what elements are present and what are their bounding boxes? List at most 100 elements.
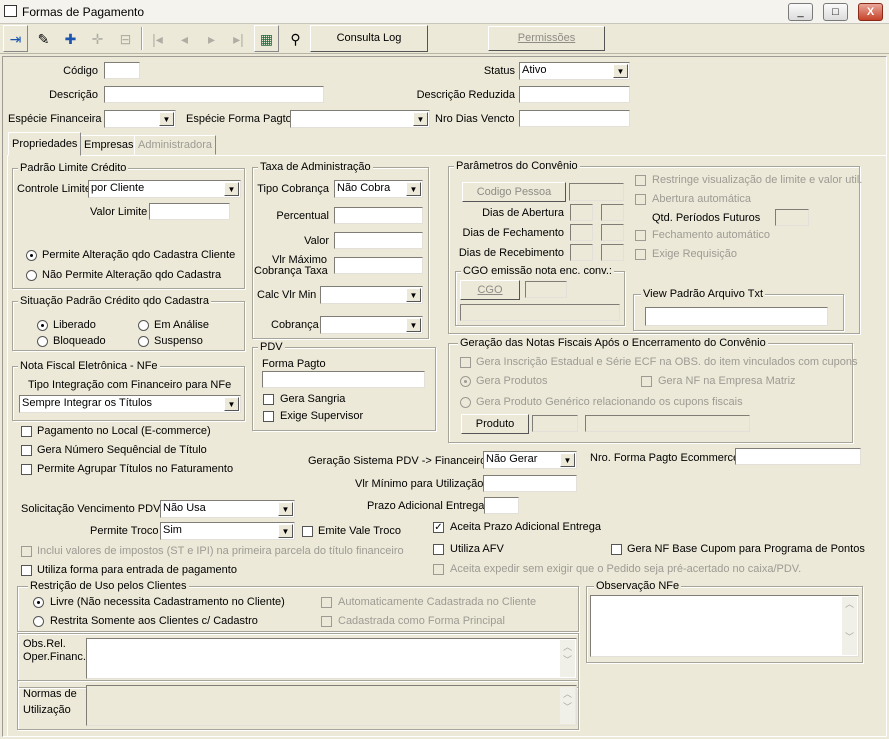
pagamento-local-checkbox[interactable] [21,426,32,437]
close-button[interactable]: X [858,3,883,21]
utiliza-afv-label: Utiliza AFV [450,543,504,555]
permite-troco-value: Sim [163,524,182,536]
valor-input[interactable] [334,232,423,249]
inclui-valores-label: Inclui valores de impostos (ST e IPI) na… [37,545,404,557]
exige-supervisor-label: Exige Supervisor [280,410,364,422]
codigo-pessoa-button: Codigo Pessoa [462,182,566,202]
gera-nf-base-checkbox[interactable] [611,544,622,555]
chevron-down-icon[interactable]: ▼ [406,182,421,196]
permite-alteracao-radio[interactable] [26,250,37,261]
produto-button[interactable]: Produto [461,414,529,434]
taxa-title: Taxa de Administração [258,161,373,173]
chevron-down-icon[interactable]: ▼ [224,182,239,196]
gera-produtos-radio [460,376,471,387]
gera-sangria-label: Gera Sangria [280,393,346,405]
status-select[interactable]: Ativo ▼ [519,62,630,80]
minimize-button[interactable]: _ [788,3,813,21]
chevron-down-icon[interactable]: ▼ [413,112,428,126]
pagamento-local-label: Pagamento no Local (E-commerce) [37,425,211,437]
chevron-down-icon[interactable]: ▼ [224,397,239,411]
scrollbar[interactable]: ︿ ﹀ [560,640,575,677]
chevron-down-icon[interactable]: ▼ [278,524,293,538]
bloqueado-label: Bloqueado [53,335,106,347]
bloqueado-radio[interactable] [37,336,48,347]
view-padrao-input[interactable] [645,307,828,326]
nro-forma-pagto-input[interactable] [735,448,861,465]
controle-limite-label: Controle Limite [17,183,91,195]
maximize-button[interactable]: □ [823,3,848,21]
codigo-pessoa-input [569,183,624,201]
gera-sangria-checkbox[interactable] [263,394,274,405]
chevron-down-icon[interactable]: ▼ [613,64,628,78]
geracao-sistema-select[interactable]: Não Gerar ▼ [483,451,577,469]
padrao-limite-title: Padrão Limite Crédito [18,162,129,174]
utiliza-afv-checkbox[interactable] [433,544,444,555]
chevron-down-icon[interactable]: ▼ [560,453,575,467]
chevron-down-icon[interactable]: ▼ [406,318,421,332]
solicitacao-vencimento-select[interactable]: Não Usa ▼ [160,500,295,518]
obs-rel-textarea[interactable]: ︿ ﹀ [86,638,577,679]
obs-nfe-textarea[interactable]: ︿ ﹀ [590,595,859,657]
codigo-input[interactable] [104,62,140,79]
tab-propriedades[interactable]: Propriedades [8,132,82,156]
nao-permite-alteracao-radio[interactable] [26,270,37,281]
em-analise-radio[interactable] [138,320,149,331]
controle-limite-select[interactable]: por Cliente ▼ [88,180,241,198]
permite-troco-label: Permite Troco [90,525,159,537]
livre-radio[interactable] [33,597,44,608]
remove-list-icon: ⊟ [119,31,132,47]
convenio-title: Parâmetros do Convênio [454,160,580,172]
especie-financeira-select[interactable]: ▼ [104,110,176,128]
eraser-icon[interactable]: ✎ [31,25,56,52]
tipo-cobranca-select[interactable]: Não Cobra ▼ [334,180,423,198]
valor-limite-input[interactable] [149,203,230,220]
suspenso-radio[interactable] [138,336,149,347]
normas-label-line2: Utilização [23,704,71,716]
restrita-radio[interactable] [33,616,44,627]
view-padrao-title: View Padrão Arquivo Txt [641,288,766,300]
restricao-title: Restrição de Uso pelos Clientes [28,580,189,592]
especie-forma-pagto-select[interactable]: ▼ [290,110,430,128]
calc-vlr-min-select[interactable]: ▼ [320,286,423,304]
utiliza-forma-label: Utiliza forma para entrada de pagamento [37,564,237,576]
exit-icon[interactable]: ⇥ [3,25,28,52]
binoculars-icon[interactable]: ⚲ [283,25,308,52]
tab-empresas[interactable]: Empresas [80,135,138,155]
qtd-periodos-label: Qtd. Períodos Futuros [652,212,761,224]
chevron-down-icon[interactable]: ▼ [406,288,421,302]
cobranca-select[interactable]: ▼ [320,316,423,334]
nro-dias-vencto-input[interactable] [519,110,630,127]
descricao-reduzida-input[interactable] [519,86,630,103]
aceita-prazo-checkbox[interactable]: ✓ [433,522,444,533]
chevron-down-icon[interactable]: ▼ [278,502,293,516]
permite-agrupar-checkbox[interactable] [21,464,32,475]
percentual-input[interactable] [334,207,423,224]
descricao-reduzida-label: Descrição Reduzida [416,89,515,101]
utiliza-forma-checkbox[interactable] [21,565,32,576]
vlr-maximo-input[interactable] [334,257,423,274]
gera-numero-checkbox[interactable] [21,445,32,456]
tipo-integracao-select[interactable]: Sempre Integrar os Títulos ▼ [19,395,241,413]
normas-textarea: ︿ ﹀ [86,685,577,726]
nro-forma-pagto-label: Nro. Forma Pagto Ecommerce [590,452,740,464]
suspenso-label: Suspenso [154,335,203,347]
emite-vale-troco-checkbox[interactable] [302,526,313,537]
vlr-minimo-input[interactable] [483,475,577,492]
valor-label: Valor [304,235,329,247]
exige-supervisor-checkbox[interactable] [263,411,274,422]
permite-troco-select[interactable]: Sim ▼ [160,522,295,540]
add-record-icon[interactable]: ✚ [58,25,83,52]
prazo-adicional-input[interactable] [484,497,519,514]
chevron-down-icon[interactable]: ▼ [159,112,174,126]
descricao-input[interactable] [104,86,324,103]
consulta-log-button[interactable]: Consulta Log [310,25,428,52]
auto-cadastrada-label: Automaticamente Cadastrada no Cliente [338,596,537,608]
scrollbar[interactable]: ︿ ﹀ [842,597,857,655]
grid-icon[interactable]: ▦ [254,25,279,52]
restringe-checkbox [635,175,646,186]
forma-pagto-input[interactable] [262,371,425,388]
codigo-label: Código [63,65,98,77]
liberado-radio[interactable] [37,320,48,331]
qtd-periodos-input [775,209,809,226]
dias-recebimento-input2 [601,244,624,261]
